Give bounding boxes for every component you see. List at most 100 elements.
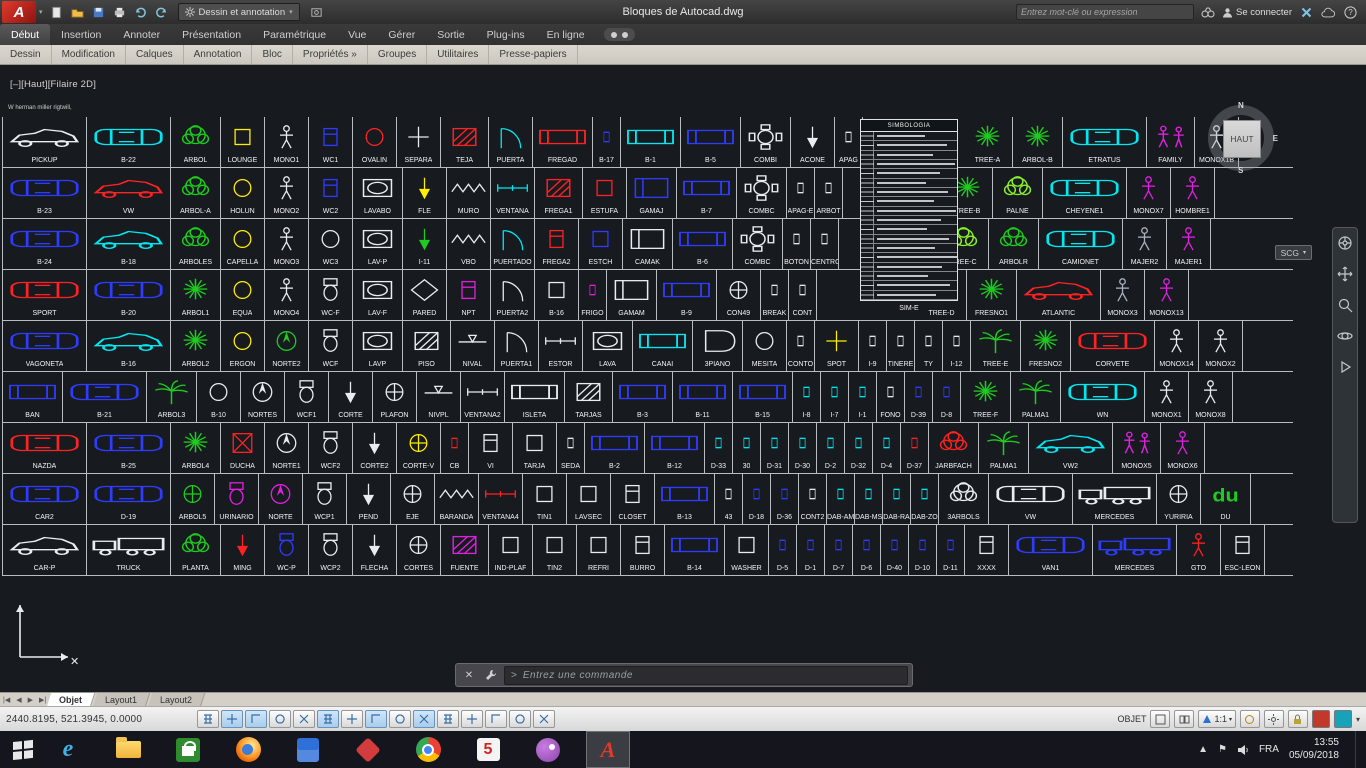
- block-b-17[interactable]: B-17: [593, 117, 621, 167]
- ribbon-tab-annoter[interactable]: Annoter: [112, 24, 171, 45]
- ribbon-tab-param-trique[interactable]: Paramétrique: [252, 24, 337, 45]
- block-wc-p[interactable]: WC-P: [265, 525, 309, 575]
- app-menu-caret-icon[interactable]: ▾: [39, 8, 43, 16]
- block-tarja[interactable]: TARJA: [513, 423, 557, 473]
- block-d-11[interactable]: D-11: [937, 525, 965, 575]
- block-arbol1[interactable]: ARBOL1: [171, 270, 221, 320]
- ucs-dropdown[interactable]: SCG ▾: [1274, 245, 1312, 260]
- block-cortes[interactable]: CORTES: [397, 525, 441, 575]
- block-dab-ra[interactable]: DAB-RA: [883, 474, 911, 524]
- block-lav-p[interactable]: LAV-P: [353, 219, 403, 269]
- block-majer1[interactable]: MAJER1: [1167, 219, 1211, 269]
- block-gamam[interactable]: GAMAM: [607, 270, 657, 320]
- ribbon-tab-en-ligne[interactable]: En ligne: [536, 24, 596, 45]
- application-menu-button[interactable]: A: [2, 1, 36, 23]
- toggle-snap[interactable]: [221, 710, 243, 728]
- block-d-7[interactable]: D-7: [825, 525, 853, 575]
- block-43[interactable]: 43: [715, 474, 743, 524]
- block-b-25[interactable]: B-25: [87, 423, 171, 473]
- viewcube[interactable]: N E S HAUT: [1204, 101, 1278, 175]
- block-b-1[interactable]: B-1: [621, 117, 681, 167]
- block-d-5[interactable]: D-5: [769, 525, 797, 575]
- block-monox1[interactable]: MONOX1: [1145, 372, 1189, 422]
- block-canai[interactable]: CANAI: [633, 321, 693, 371]
- show-motion-icon[interactable]: [1337, 358, 1354, 375]
- layout-tab-layout1[interactable]: Layout1: [92, 693, 151, 707]
- block-arboles[interactable]: ARBOLES: [171, 219, 221, 269]
- block-wcp1[interactable]: WCP1: [303, 474, 347, 524]
- block-fuente[interactable]: FUENTE: [441, 525, 489, 575]
- block-monox13[interactable]: MONOX13: [1145, 270, 1189, 320]
- save-button[interactable]: [89, 4, 108, 21]
- block-palma1[interactable]: PALMA1: [979, 423, 1029, 473]
- block-refri[interactable]: REFRI: [577, 525, 621, 575]
- block-fle[interactable]: FLE: [403, 168, 447, 218]
- block-cheyene1[interactable]: CHEYENE1: [1043, 168, 1127, 218]
- block-vw[interactable]: VW: [87, 168, 171, 218]
- block-tree-e[interactable]: TREE-E: [971, 321, 1021, 371]
- block-lava[interactable]: LAVA: [583, 321, 633, 371]
- block-ventana2[interactable]: VENTANA2: [461, 372, 505, 422]
- block-arbol-a[interactable]: ARBOL-A: [171, 168, 221, 218]
- block-family[interactable]: FAMILY: [1147, 117, 1195, 167]
- block-etratus[interactable]: ETRATUS: [1063, 117, 1147, 167]
- toggle-esnap[interactable]: [317, 710, 339, 728]
- block-atlantic[interactable]: ATLANTIC: [1017, 270, 1101, 320]
- toggle-transparency[interactable]: [461, 710, 483, 728]
- block-npt[interactable]: NPT: [447, 270, 491, 320]
- block-ovalin[interactable]: OVALIN: [353, 117, 397, 167]
- block-frega1[interactable]: FREGA1: [535, 168, 583, 218]
- block-arbol4[interactable]: ARBOL4: [171, 423, 221, 473]
- block-flecha[interactable]: FLECHA: [353, 525, 397, 575]
- block-gamaj[interactable]: GAMAJ: [627, 168, 677, 218]
- block-piso[interactable]: PISO: [403, 321, 451, 371]
- block-d-18[interactable]: D-18: [743, 474, 771, 524]
- block-break[interactable]: BREAK: [761, 270, 789, 320]
- block-b-18[interactable]: B-18: [87, 219, 171, 269]
- block-cont[interactable]: CONT: [789, 270, 817, 320]
- block-car-p[interactable]: CAR-P: [3, 525, 87, 575]
- clock[interactable]: 13:55 05/09/2018: [1289, 737, 1345, 762]
- workspace-gear-button[interactable]: [1263, 710, 1284, 728]
- search-input[interactable]: [1016, 4, 1195, 20]
- toggle-annomonitor[interactable]: [533, 710, 555, 728]
- viewcube-east[interactable]: E: [1273, 134, 1278, 143]
- block-3piano[interactable]: 3PIANO: [693, 321, 743, 371]
- block-i-11[interactable]: I-11: [403, 219, 447, 269]
- block-wcp2[interactable]: WCP2: [309, 525, 353, 575]
- block-3arbols[interactable]: 3ARBOLS: [939, 474, 989, 524]
- block-arbol-b[interactable]: ARBOL-B: [1013, 117, 1063, 167]
- block-nival[interactable]: NIVAL: [451, 321, 495, 371]
- show-desktop-button[interactable]: [1355, 731, 1362, 768]
- command-line[interactable]: ✕ > Entrez une commande: [455, 663, 913, 687]
- block-tinere[interactable]: TINERE: [887, 321, 915, 371]
- online-pill[interactable]: [603, 28, 635, 41]
- block-pared[interactable]: PARED: [403, 270, 447, 320]
- block-corte-v[interactable]: CORTE-V: [397, 423, 441, 473]
- block-norte1[interactable]: NORTE1: [265, 423, 309, 473]
- block-puertado[interactable]: PUERTADO: [491, 219, 535, 269]
- ribbon-panel-propri-t-s[interactable]: Propriétés »: [293, 45, 368, 64]
- block-monox2[interactable]: MONOX2: [1199, 321, 1243, 371]
- next-layout-button[interactable]: ▶: [25, 693, 36, 707]
- block-lavsec[interactable]: LAVSEC: [567, 474, 611, 524]
- block-wcf1[interactable]: WCF1: [285, 372, 329, 422]
- block-corte[interactable]: CORTE: [329, 372, 373, 422]
- ribbon-tab-vue[interactable]: Vue: [337, 24, 377, 45]
- close-command-icon[interactable]: ✕: [460, 666, 478, 684]
- block-nortes[interactable]: NORTES: [241, 372, 285, 422]
- block-30[interactable]: 30: [733, 423, 761, 473]
- block-spot[interactable]: SPOT: [815, 321, 859, 371]
- block-b-14[interactable]: B-14: [665, 525, 725, 575]
- block-b-16[interactable]: B-16: [87, 321, 171, 371]
- block-wc-f[interactable]: WC-F: [309, 270, 353, 320]
- block-arbot[interactable]: ARBOT: [815, 168, 843, 218]
- layout-tab-layout2[interactable]: Layout2: [147, 693, 206, 707]
- block-wc2[interactable]: WC2: [309, 168, 353, 218]
- taskbar-chrome[interactable]: [406, 731, 450, 768]
- block-mono4[interactable]: MONO4: [265, 270, 309, 320]
- block-b-21[interactable]: B-21: [63, 372, 147, 422]
- block-pickup[interactable]: PICKUP: [3, 117, 87, 167]
- block-nazda[interactable]: NAZDA: [3, 423, 87, 473]
- block-b-2[interactable]: B-2: [585, 423, 645, 473]
